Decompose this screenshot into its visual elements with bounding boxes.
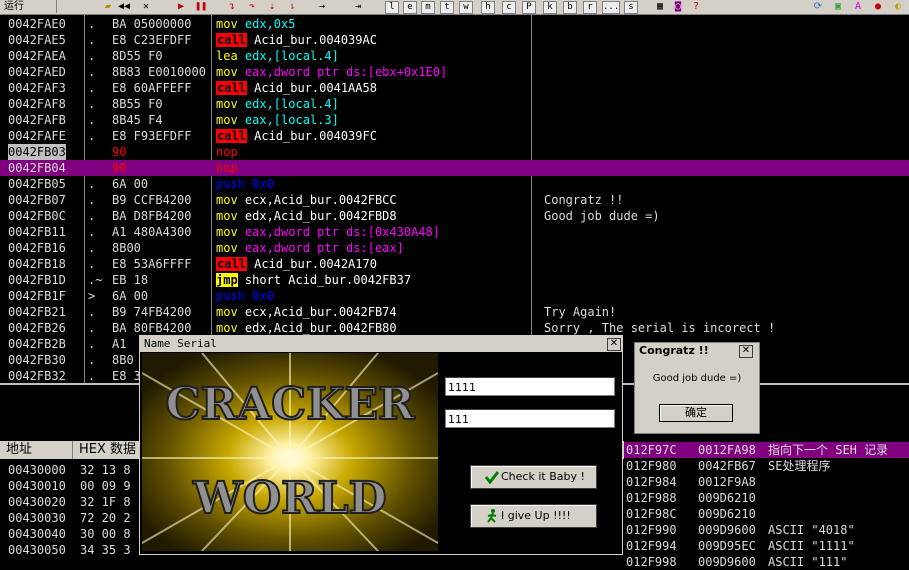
disasm-row[interactable]: 0042FB18. E8 53A6FFFF call Acid_bur.0042A1…	[0, 256, 909, 272]
disasm-row[interactable]: 0042FB21. B9 74FB4200 mov ecx,Acid_bur.004…	[0, 304, 909, 320]
check-it-label: Check it Baby !	[501, 470, 585, 483]
pause-icon[interactable]: ❚❚	[195, 1, 207, 12]
disasm-row[interactable]: 0042FAED. 8B83 E0010000 mov eax,dword ptr …	[0, 64, 909, 80]
toolbar-btn-r[interactable]: r	[583, 1, 597, 14]
stack-row[interactable]: 012F98C 009D6210	[624, 506, 909, 522]
stack-row[interactable]: 012F988 009D6210	[624, 490, 909, 506]
name-input[interactable]: 1111	[445, 377, 615, 396]
stack-row[interactable]: 012F994 009D95EC ASCII "1111"	[624, 538, 909, 554]
execute-till-return-icon[interactable]: →	[316, 1, 328, 12]
stack-row[interactable]: 012F984 0012F9A8	[624, 474, 909, 490]
toolbar: 运行 ▰ ◀◀ ✕ ▶ ❚❚ ↴ ↷ ⇣ ⇂ → ⇥ l e m t w h c…	[0, 0, 909, 15]
cracker-world-logo: CRACKER WORLD	[142, 353, 438, 551]
disassembly-pane[interactable]: 0042FAE0. BA 05000000 mov edx,0x5 0042FAE5…	[0, 15, 909, 383]
disasm-row[interactable]: 0042FAE0. BA 05000000 mov edx,0x5	[0, 16, 909, 32]
toolbar-btn-s[interactable]: s	[624, 1, 638, 14]
disasm-row[interactable]: 0042FB16. 8B00 mov eax,dword ptr ds:[eax]	[0, 240, 909, 256]
toolbar-btn-c[interactable]: c	[502, 1, 516, 14]
open-icon[interactable]: ▰	[102, 1, 114, 12]
settings-icon[interactable]: ◐	[892, 1, 904, 12]
toolbar-btn-w[interactable]: w	[459, 1, 473, 14]
toolbar-btn-p[interactable]: P	[522, 1, 536, 14]
disasm-row[interactable]: 0042FB1F >6A 00 push 0x0	[0, 288, 909, 304]
stack-row[interactable]: 012F97C 0012FA98 指向下一个 SEH 记录	[624, 442, 909, 458]
dialog-title: Name Serial	[140, 336, 622, 352]
disasm-row[interactable]: 0042FB05. 6A 00 push 0x0	[0, 176, 909, 192]
plugin-icon[interactable]: ◙	[672, 1, 684, 12]
toolbar-btn-h[interactable]: h	[481, 1, 495, 14]
give-up-button[interactable]: I give Up !!!!	[470, 504, 597, 528]
goto-icon[interactable]: ⇥	[352, 1, 364, 12]
status-label: 运行	[2, 0, 57, 13]
congratz-dialog: Congratz !! ✕ Good job dude =) 确定	[634, 342, 760, 434]
disasm-row[interactable]: 0042FB0C. BA D8FB4200 mov edx,Acid_bur.004…	[0, 208, 909, 224]
trace-into-icon[interactable]: ⇣	[266, 1, 278, 12]
logo-text-line1: CRACKER	[165, 379, 415, 430]
ok-button[interactable]: 确定	[659, 404, 733, 422]
running-man-icon	[487, 509, 497, 523]
grid-icon[interactable]: ▦	[654, 1, 666, 12]
disasm-row[interactable]: 0042FB11. A1 480A4300 mov eax,dword ptr ds…	[0, 224, 909, 240]
disasm-row[interactable]: 0042FAF3. E8 60AFFEFF call Acid_bur.0041AA…	[0, 80, 909, 96]
congratz-close-button[interactable]: ✕	[739, 345, 753, 358]
disasm-row[interactable]: 0042FB1D .~ EB 18 jmp short Acid_bur.0042FB…	[0, 272, 909, 288]
window-icon[interactable]: ▣	[832, 1, 844, 12]
disasm-row[interactable]: 0042FAFE. E8 F93EFDFF call Acid_bur.004039…	[0, 128, 909, 144]
stack-pane[interactable]: 012F97C 0012FA98 指向下一个 SEH 记录 012F980 0042F…	[624, 441, 909, 569]
run-icon[interactable]: ▶	[175, 1, 187, 12]
close-icon: ✕	[741, 345, 751, 356]
stack-row[interactable]: 012F980 0042FB67 SE处理程序	[624, 458, 909, 474]
disasm-row[interactable]: 0042FAF8. 8B55 F0 mov edx,[local.4]	[0, 96, 909, 112]
disasm-row-selected[interactable]: 0042FB04 90 nop	[0, 160, 909, 176]
toolbar-btn-l[interactable]: l	[385, 1, 399, 14]
serial-input[interactable]: 111	[445, 409, 615, 428]
close-icon[interactable]: ✕	[140, 1, 152, 12]
logo-text-line2: WORLD	[192, 473, 386, 524]
toolbar-btn-t[interactable]: t	[440, 1, 454, 14]
toolbar-btn-b[interactable]: b	[563, 1, 577, 14]
disasm-row[interactable]: 0042FAE5. E8 C23EFDFF call Acid_bur.004039…	[0, 32, 909, 48]
font-icon[interactable]: A	[852, 1, 864, 12]
check-it-button[interactable]: Check it Baby !	[470, 465, 597, 489]
dialog-close-button[interactable]: ✕	[607, 338, 621, 351]
checkmark-icon	[485, 471, 499, 484]
toolbar-btn-m[interactable]: m	[421, 1, 435, 14]
disasm-row[interactable]: 0042FAEA. 8D55 F0 lea edx,[local.4]	[0, 48, 909, 64]
disasm-row[interactable]: 0042FAFB. 8B45 F4 mov eax,[local.3]	[0, 112, 909, 128]
refresh-icon[interactable]: ⟳	[812, 1, 824, 12]
toolbar-btn-e[interactable]: e	[403, 1, 417, 14]
name-serial-dialog: Name Serial ✕ CRACKER WORLD 1111 111 Che…	[139, 335, 623, 555]
disasm-row[interactable]: 0042FB26. BA 80FB4200 mov edx,Acid_bur.004…	[0, 320, 909, 336]
step-over-icon[interactable]: ↷	[246, 1, 258, 12]
close-icon: ✕	[609, 338, 619, 349]
rewind-icon[interactable]: ◀◀	[118, 1, 130, 12]
dump-header-address[interactable]: 地址	[0, 441, 73, 459]
disasm-row-current[interactable]: 0042FB03 90 nop	[0, 144, 909, 160]
step-into-icon[interactable]: ↴	[226, 1, 238, 12]
stack-row[interactable]: 012F998 009D9600 ASCII "111"	[624, 554, 909, 570]
toolbar-btn-k[interactable]: k	[543, 1, 557, 14]
disasm-row[interactable]: 0042FB07. B9 CCFB4200 mov ecx,Acid_bur.004…	[0, 192, 909, 208]
congratz-message: Good job dude =)	[652, 373, 742, 384]
record-icon[interactable]: ●	[872, 1, 884, 12]
help-icon[interactable]: ?	[690, 1, 702, 12]
toolbar-btn-more[interactable]: ...	[602, 1, 620, 14]
give-up-label: I give Up !!!!	[501, 509, 571, 522]
trace-over-icon[interactable]: ⇂	[286, 1, 298, 12]
stack-row[interactable]: 012F990 009D9600 ASCII "4018"	[624, 522, 909, 538]
